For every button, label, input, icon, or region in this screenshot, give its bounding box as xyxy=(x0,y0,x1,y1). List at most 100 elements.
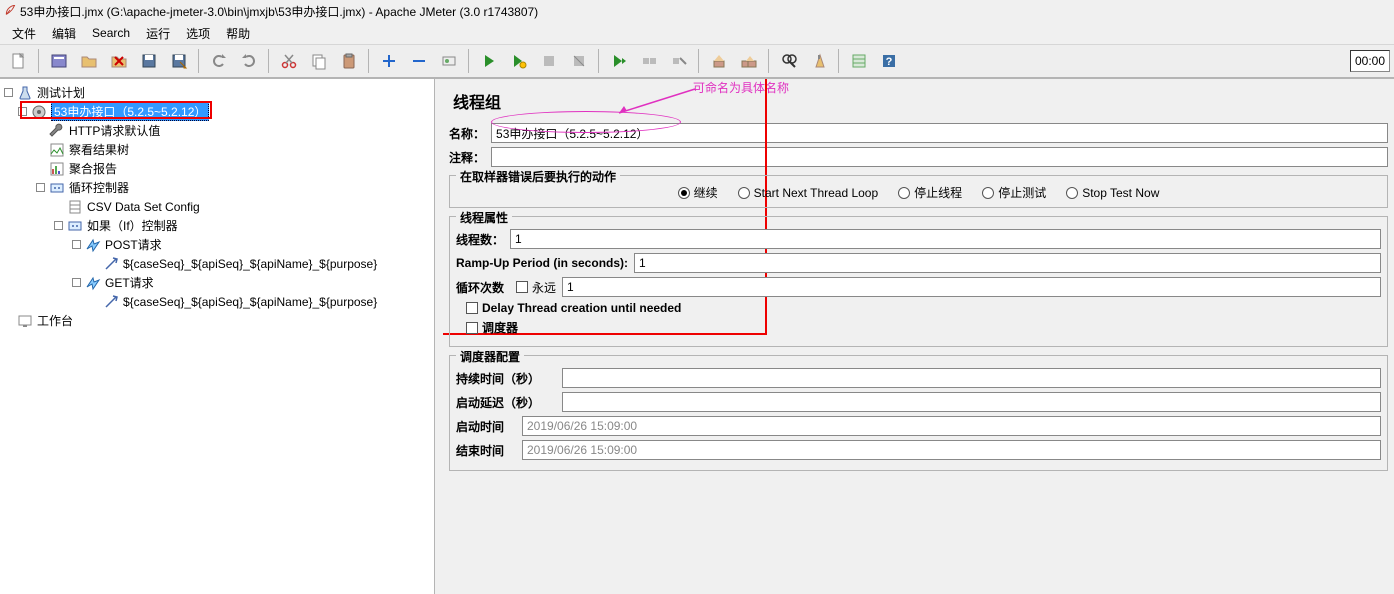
reset-search-icon[interactable] xyxy=(805,47,833,75)
clear-icon[interactable] xyxy=(705,47,733,75)
start-time-input[interactable] xyxy=(522,416,1381,436)
expand-icon[interactable] xyxy=(375,47,403,75)
name-input[interactable] xyxy=(491,123,1388,143)
radio-stop-thread[interactable]: 停止线程 xyxy=(898,184,962,201)
menu-file[interactable]: 文件 xyxy=(4,23,44,44)
menu-search[interactable]: Search xyxy=(84,24,138,42)
tree-if-controller[interactable]: 如果（If）控制器 xyxy=(0,216,434,235)
tree-view-results[interactable]: 察看结果树 xyxy=(0,140,434,159)
tree-toggle-icon[interactable] xyxy=(72,278,81,287)
open-icon[interactable] xyxy=(75,47,103,75)
clear-all-icon[interactable] xyxy=(735,47,763,75)
svg-text:?: ? xyxy=(886,56,893,68)
toolbar-right: 00:00 xyxy=(1350,50,1390,72)
close-icon[interactable] xyxy=(105,47,133,75)
splitter[interactable] xyxy=(435,79,443,594)
tree-csv[interactable]: CSV Data Set Config xyxy=(0,197,434,216)
title-text: 53申办接口.jmx (G:\apache-jmeter-3.0\bin\jmx… xyxy=(20,3,538,20)
tree-toggle-icon[interactable] xyxy=(4,88,13,97)
tree-label: 循环控制器 xyxy=(69,179,129,196)
cut-icon[interactable] xyxy=(275,47,303,75)
new-file-icon[interactable] xyxy=(5,47,33,75)
tree-label: 53申办接口（5.2.5~5.2.12） xyxy=(51,102,209,121)
title-bar: 53申办接口.jmx (G:\apache-jmeter-3.0\bin\jmx… xyxy=(0,0,1394,22)
tree-toggle-icon[interactable] xyxy=(18,107,27,116)
menu-options[interactable]: 选项 xyxy=(178,23,218,44)
paste-icon[interactable] xyxy=(335,47,363,75)
comment-label: 注释： xyxy=(449,149,485,166)
loop-forever-checkbox[interactable]: 永远 xyxy=(516,279,556,296)
annotation-text: 可命名为具体名称 xyxy=(693,79,789,96)
remote-shutdown-icon[interactable] xyxy=(665,47,693,75)
delay-create-row: Delay Thread creation until needed xyxy=(456,301,1381,315)
redo-icon[interactable] xyxy=(235,47,263,75)
menu-run[interactable]: 运行 xyxy=(138,23,178,44)
radio-continue[interactable]: 继续 xyxy=(678,184,718,201)
duration-row: 持续时间（秒） xyxy=(456,368,1381,388)
tree-http-defaults[interactable]: HTTP请求默认值 xyxy=(0,121,434,140)
menu-edit[interactable]: 编辑 xyxy=(44,23,84,44)
end-time-input[interactable] xyxy=(522,440,1381,460)
name-label: 名称： xyxy=(449,125,485,142)
radio-start-next-loop[interactable]: Start Next Thread Loop xyxy=(738,186,879,200)
templates-icon[interactable] xyxy=(45,47,73,75)
tree-aggregate[interactable]: 聚合报告 xyxy=(0,159,434,178)
scheduler-config-group: 调度器配置 持续时间（秒） 启动延迟（秒） 启动时间 结束时间 xyxy=(449,355,1388,471)
remote-start-icon[interactable] xyxy=(605,47,633,75)
copy-icon[interactable] xyxy=(305,47,333,75)
thread-props-legend: 线程属性 xyxy=(456,209,512,226)
csv-icon xyxy=(67,199,83,215)
name-row: 名称： xyxy=(449,123,1388,143)
tree-toggle-icon[interactable] xyxy=(72,240,81,249)
threads-input[interactable] xyxy=(510,229,1381,249)
duration-input[interactable] xyxy=(562,368,1381,388)
jmeter-window: 53申办接口.jmx (G:\apache-jmeter-3.0\bin\jmx… xyxy=(0,0,1394,594)
stop-icon[interactable] xyxy=(535,47,563,75)
tree-label: ${caseSeq}_${apiSeq}_${apiName}_${purpos… xyxy=(123,257,377,271)
function-helper-icon[interactable] xyxy=(845,47,873,75)
search-icon[interactable] xyxy=(775,47,803,75)
toggle-icon[interactable] xyxy=(435,47,463,75)
rampup-row: Ramp-Up Period (in seconds): xyxy=(456,253,1381,273)
comment-input[interactable] xyxy=(491,147,1388,167)
elapsed-time: 00:00 xyxy=(1350,50,1390,72)
tree-toggle-icon[interactable] xyxy=(36,183,45,192)
tree-workbench[interactable]: 工作台 xyxy=(0,311,434,330)
tree-get-assertion[interactable]: ${caseSeq}_${apiSeq}_${apiName}_${purpos… xyxy=(0,292,434,311)
on-error-radios: 继续 Start Next Thread Loop 停止线程 停止测试 Stop… xyxy=(456,184,1381,201)
scheduler-checkbox[interactable]: 调度器 xyxy=(466,319,518,336)
tree-get-request[interactable]: GET请求 xyxy=(0,273,434,292)
undo-icon[interactable] xyxy=(205,47,233,75)
radio-stop-test-now[interactable]: Stop Test Now xyxy=(1066,186,1159,200)
save-as-icon[interactable] xyxy=(165,47,193,75)
rampup-input[interactable] xyxy=(634,253,1381,273)
tree-test-plan[interactable]: 测试计划 xyxy=(0,83,434,102)
tree-loop-controller[interactable]: 循环控制器 xyxy=(0,178,434,197)
tree-pane[interactable]: 测试计划 53申办接口（5.2.5~5.2.12） HTTP请求默认值 察看结果… xyxy=(0,79,435,594)
controller-icon xyxy=(67,218,83,234)
loop-count-input[interactable] xyxy=(562,277,1381,297)
test-plan-tree: 测试计划 53申办接口（5.2.5~5.2.12） HTTP请求默认值 察看结果… xyxy=(0,79,434,334)
help-icon[interactable]: ? xyxy=(875,47,903,75)
end-time-label: 结束时间 xyxy=(456,442,516,459)
scheduler-row: 调度器 xyxy=(456,319,1381,336)
collapse-icon[interactable] xyxy=(405,47,433,75)
shutdown-icon[interactable] xyxy=(565,47,593,75)
start-icon[interactable] xyxy=(475,47,503,75)
startup-delay-input[interactable] xyxy=(562,392,1381,412)
tree-post-assertion[interactable]: ${caseSeq}_${apiSeq}_${apiName}_${purpos… xyxy=(0,254,434,273)
tree-post-request[interactable]: POST请求 xyxy=(0,235,434,254)
menu-help[interactable]: 帮助 xyxy=(218,23,258,44)
thread-props-group: 线程属性 线程数： Ramp-Up Period (in seconds): 循… xyxy=(449,216,1388,347)
thread-group-icon xyxy=(31,104,47,120)
tree-label: 察看结果树 xyxy=(69,141,129,158)
radio-stop-test[interactable]: 停止测试 xyxy=(982,184,1046,201)
remote-stop-icon[interactable] xyxy=(635,47,663,75)
app-feather-icon xyxy=(4,4,16,18)
tree-toggle-icon[interactable] xyxy=(54,221,63,230)
start-no-pause-icon[interactable] xyxy=(505,47,533,75)
tree-thread-group[interactable]: 53申办接口（5.2.5~5.2.12） xyxy=(0,102,434,121)
loop-label: 循环次数 xyxy=(456,279,504,296)
delay-create-checkbox[interactable]: Delay Thread creation until needed xyxy=(466,301,681,315)
save-icon[interactable] xyxy=(135,47,163,75)
